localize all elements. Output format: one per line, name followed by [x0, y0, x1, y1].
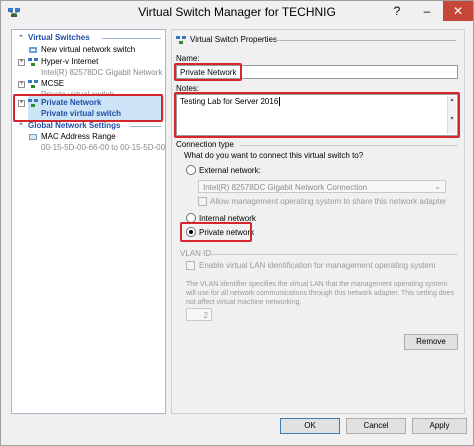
highlight-annotation-name: [174, 63, 242, 81]
expand-hyper-v-internet[interactable]: +: [18, 59, 25, 66]
close-button[interactable]: ✕: [443, 1, 473, 21]
virtual-switch-manager-window: Virtual Switch Manager for TECHNIG ? – ✕…: [0, 0, 474, 446]
collapse-icon: ⌃: [18, 123, 24, 130]
allow-mgmt-checkbox[interactable]: [198, 197, 207, 206]
minimize-button[interactable]: –: [413, 1, 441, 21]
switch-properties-pane: Virtual Switch Properties Name: Private …: [171, 29, 465, 414]
allow-mgmt-label: Allow management operating system to sha…: [210, 197, 447, 206]
chevron-down-icon: ⌄: [434, 182, 441, 191]
vlan-enable-label: Enable virtual LAN identification for ma…: [199, 261, 436, 270]
ok-button[interactable]: OK: [280, 418, 340, 434]
expand-mcse[interactable]: +: [18, 81, 25, 88]
adapter-select[interactable]: Intel(R) 82578DC Gigabit Network Connect…: [198, 180, 446, 193]
network-switch-icon: [176, 36, 186, 44]
virtual-switches-section-header[interactable]: ⌃ Virtual Switches: [12, 32, 165, 44]
connection-question: What do you want to connect this virtual…: [184, 151, 364, 160]
remove-button[interactable]: Remove: [404, 334, 458, 350]
network-switch-icon: [28, 58, 38, 66]
connection-type-title: Connection type: [176, 140, 234, 149]
mac-address-icon: [29, 134, 37, 140]
vlan-enable-checkbox[interactable]: [186, 261, 195, 270]
title-bar: Virtual Switch Manager for TECHNIG ? – ✕: [1, 1, 473, 23]
highlight-annotation-private-network-radio: [180, 222, 252, 242]
highlight-annotation-private-network: [13, 94, 163, 122]
external-network-radio[interactable]: [186, 165, 196, 175]
cancel-button[interactable]: Cancel: [346, 418, 406, 434]
collapse-icon: ⌃: [18, 35, 24, 42]
name-label: Name:: [176, 54, 200, 63]
mac-address-range-value: 00-15-5D-00-66-00 to 00-15-5D-00-...: [41, 143, 166, 152]
switch-tree-pane: ⌃ Virtual Switches New virtual network sw…: [11, 29, 166, 414]
vlan-id-title: VLAN ID: [180, 249, 212, 258]
external-network-label: External network:: [199, 166, 261, 175]
vlan-id-input[interactable]: 2: [186, 308, 212, 321]
network-switch-icon: [28, 80, 38, 88]
apply-button[interactable]: Apply: [412, 418, 467, 434]
vlan-description: The VLAN identifier specifies the virtua…: [186, 281, 454, 306]
highlight-annotation-notes: [174, 92, 460, 138]
help-button[interactable]: ?: [383, 1, 411, 21]
new-switch-icon: [29, 47, 37, 53]
